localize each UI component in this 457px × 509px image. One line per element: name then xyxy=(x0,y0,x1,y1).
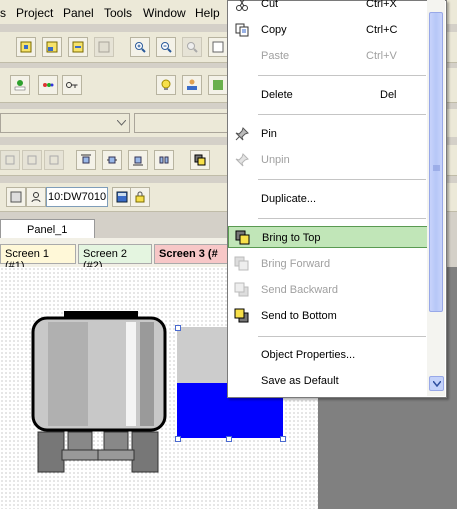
menu-item-shortcut: Ctrl+V xyxy=(366,50,397,62)
selection-handle[interactable] xyxy=(175,325,181,331)
on-off-switch-icon[interactable] xyxy=(10,75,30,95)
bring-to-top-toolbar-icon[interactable] xyxy=(190,150,210,170)
selection-handle[interactable] xyxy=(280,436,286,442)
scroll-down-button[interactable] xyxy=(429,376,444,391)
menu-separator xyxy=(258,75,426,76)
lock-icon[interactable] xyxy=(130,187,150,207)
key-icon[interactable] xyxy=(62,75,82,95)
align-left-icon[interactable] xyxy=(0,150,20,170)
chevron-down-icon xyxy=(433,381,441,387)
screen-manager-button[interactable] xyxy=(68,37,88,57)
new-screen-button[interactable] xyxy=(16,37,36,57)
menu-item-copy[interactable]: Copy Ctrl+C xyxy=(228,19,428,41)
user-icon[interactable] xyxy=(26,187,46,207)
menu-item-shortcut: Ctrl+C xyxy=(366,24,398,36)
graphic-icon[interactable] xyxy=(208,75,228,95)
menu-item-shortcut: Ctrl+X xyxy=(366,0,397,10)
menu-project[interactable]: Project xyxy=(16,6,53,20)
transfer-button[interactable] xyxy=(94,37,114,57)
scrollbar-thumb[interactable] xyxy=(429,12,443,312)
menu-item-bring-forward[interactable]: Bring Forward xyxy=(228,253,428,275)
menu-item-label: Bring Forward xyxy=(261,258,331,270)
menu-item-label: Paste xyxy=(261,50,290,62)
menu-item-save-as-default[interactable]: Save as Default xyxy=(228,370,428,392)
user-level-icon[interactable] xyxy=(182,75,202,95)
menu-separator xyxy=(258,218,426,219)
align-middle-icon[interactable] xyxy=(102,150,122,170)
menu-edit-fragment[interactable]: s xyxy=(0,6,6,20)
align-center-icon[interactable] xyxy=(22,150,42,170)
bring-forward-icon xyxy=(234,256,249,271)
menu-item-label: Bring to Top xyxy=(262,232,321,244)
tab-screen-1[interactable]: Screen 1 (#1) xyxy=(0,244,76,272)
menu-item-label: Duplicate... xyxy=(261,193,317,205)
align-right-icon[interactable] xyxy=(44,150,64,170)
zoom-reset-icon[interactable] xyxy=(182,37,202,57)
grip-icon xyxy=(433,165,440,171)
menu-item-duplicate[interactable]: Duplicate... xyxy=(228,188,428,210)
menu-item-unpin[interactable]: Unpin xyxy=(228,149,428,171)
menu-item-object-properties[interactable]: Object Properties... xyxy=(228,344,428,366)
multi-lamp-icon[interactable] xyxy=(38,75,58,95)
menu-tools[interactable]: Tools xyxy=(104,6,132,20)
menu-item-label: Pin xyxy=(261,128,277,140)
menu-item-label: Object Properties... xyxy=(261,349,356,361)
menu-item-pin[interactable]: Pin xyxy=(228,123,428,145)
menu-item-label: Delete xyxy=(261,89,293,101)
object-type-combo[interactable] xyxy=(0,113,130,133)
copy-icon xyxy=(235,23,249,37)
send-to-bottom-icon xyxy=(234,308,249,323)
menu-item-label: Unpin xyxy=(261,154,290,166)
menu-separator xyxy=(258,114,426,115)
bring-to-top-icon xyxy=(235,230,250,245)
bit-address-icon[interactable] xyxy=(6,187,26,207)
tab-screen-3[interactable]: Screen 3 (# xyxy=(154,244,228,264)
zoom-out-icon[interactable] xyxy=(156,37,176,57)
menu-item-label: Copy xyxy=(261,24,287,36)
menu-item-cut[interactable]: Cut Ctrl+X xyxy=(228,0,428,15)
device-address-field[interactable]: 10:DW7010 xyxy=(46,187,108,207)
menu-item-delete[interactable]: Delete Del xyxy=(228,84,428,106)
grid-icon[interactable] xyxy=(208,37,228,57)
scissors-icon xyxy=(236,0,248,11)
send-backward-icon xyxy=(234,282,249,297)
calculator-icon[interactable] xyxy=(112,187,132,207)
tab-screen-3-label: Screen 3 (# xyxy=(159,248,218,260)
menu-item-shortcut: Del xyxy=(380,89,397,101)
tab-panel-label: Panel_1 xyxy=(27,224,68,236)
menu-item-send-to-bottom[interactable]: Send to Bottom xyxy=(228,305,428,327)
menu-separator xyxy=(258,336,426,337)
lamp-icon[interactable] xyxy=(156,75,176,95)
chevron-down-icon xyxy=(117,120,126,126)
distribute-icon[interactable] xyxy=(154,150,174,170)
context-menu: Cut Ctrl+X Copy Ctrl+C Paste Ctrl+V Dele… xyxy=(227,0,447,398)
menu-item-label: Cut xyxy=(261,0,279,10)
tab-panel[interactable]: Panel_1 xyxy=(0,219,95,239)
menu-panel[interactable]: Panel xyxy=(63,6,94,20)
menu-item-send-backward[interactable]: Send Backward xyxy=(228,279,428,301)
pin-icon xyxy=(235,127,249,141)
unpin-icon xyxy=(235,153,249,167)
object-name-combo[interactable] xyxy=(134,113,234,133)
menu-separator xyxy=(258,179,426,180)
open-screen-button[interactable] xyxy=(42,37,62,57)
selection-handle[interactable] xyxy=(175,436,181,442)
selection-handle[interactable] xyxy=(226,436,232,442)
menu-item-label: Send to Bottom xyxy=(261,310,337,322)
menu-item-label: Send Backward xyxy=(261,284,339,296)
menu-item-bring-to-top[interactable]: Bring to Top xyxy=(228,226,428,248)
align-top-icon[interactable] xyxy=(76,150,96,170)
align-bottom-icon[interactable] xyxy=(128,150,148,170)
menu-help[interactable]: Help xyxy=(195,6,220,20)
zoom-in-icon[interactable] xyxy=(130,37,150,57)
menu-window[interactable]: Window xyxy=(143,6,186,20)
menu-item-label: Save as Default xyxy=(261,375,339,387)
tank-graphic[interactable] xyxy=(28,308,168,476)
tab-screen-2[interactable]: Screen 2 (#2) xyxy=(78,244,152,272)
menu-item-paste[interactable]: Paste Ctrl+V xyxy=(228,45,428,67)
